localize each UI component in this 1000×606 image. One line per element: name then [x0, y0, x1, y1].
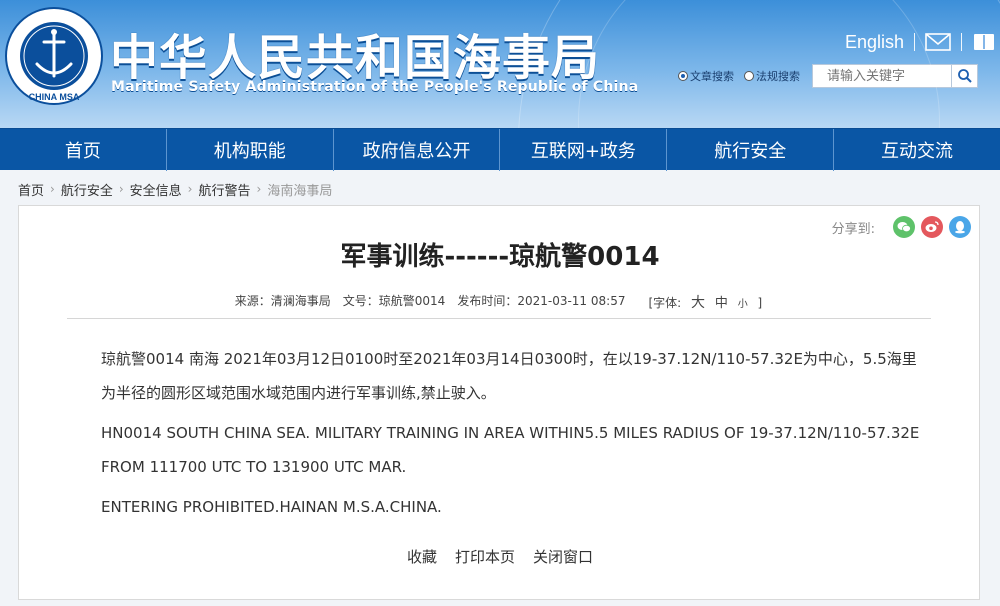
close-window-link[interactable]: 关闭窗口	[533, 546, 593, 567]
mail-icon[interactable]	[925, 32, 951, 52]
breadcrumb-navigation-safety[interactable]: 航行安全	[61, 180, 113, 199]
search-button[interactable]	[952, 64, 978, 88]
qq-icon[interactable]	[949, 216, 971, 238]
radio-article-search[interactable]: 文章搜索	[678, 68, 734, 84]
radio-dot[interactable]	[744, 71, 754, 81]
search-input[interactable]	[812, 64, 952, 88]
nav-item-functions[interactable]: 机构职能	[167, 129, 334, 171]
china-msa-logo-icon[interactable]: CHINA MSA	[4, 6, 104, 106]
nav-item-navigation-safety[interactable]: 航行安全	[667, 129, 835, 171]
breadcrumb-nav-warning[interactable]: 航行警告	[198, 180, 250, 199]
nav-item-interaction[interactable]: 互动交流	[834, 129, 1000, 171]
breadcrumb: 首页 › 航行安全 › 安全信息 › 航行警告 › 海南海事局	[18, 180, 332, 199]
divider	[67, 318, 931, 319]
nav-item-gov-info[interactable]: 政府信息公开	[334, 129, 501, 171]
font-label-close: ]	[757, 296, 763, 310]
nav-item-internet-gov[interactable]: 互联网+政务	[500, 129, 668, 171]
share-bar: 分享到:	[832, 216, 971, 238]
search-area: 文章搜索 法规搜索	[678, 64, 978, 88]
radio-regulation-search[interactable]: 法规搜索	[744, 68, 800, 84]
article-source: 来源：清澜海事局	[234, 294, 331, 308]
site-header: CHINA MSA 中华人民共和国海事局 Maritime Safety Adm…	[0, 0, 1000, 128]
article-meta: 来源：清澜海事局 文号：琼航警0014 发布时间：2021-03-11 08:5…	[19, 292, 981, 312]
book-icon[interactable]	[972, 32, 996, 52]
svg-text:CHINA MSA: CHINA MSA	[29, 92, 80, 102]
divider	[961, 33, 962, 51]
chevron-right-icon: ›	[50, 182, 55, 196]
breadcrumb-home[interactable]: 首页	[18, 180, 44, 199]
font-label: [字体:	[648, 296, 682, 310]
chevron-right-icon: ›	[118, 182, 124, 196]
font-size-switcher: [字体: 大 中 小 ]	[645, 292, 765, 312]
site-title-en: Maritime Safety Administration of the Pe…	[111, 79, 639, 95]
header-tools: English	[845, 30, 996, 54]
chevron-right-icon: ›	[187, 182, 193, 196]
share-label: 分享到:	[831, 221, 875, 237]
font-small-button[interactable]: 小	[738, 299, 748, 310]
main-nav: 首页 机构职能 政府信息公开 互联网+政务 航行安全 互动交流	[0, 128, 1000, 171]
article-paragraph: 琼航警0014 南海 2021年03月12日0100时至2021年03月14日0…	[101, 350, 917, 402]
weibo-icon[interactable]	[921, 216, 943, 238]
article-actions: 收藏 打印本页 关闭窗口	[19, 546, 981, 567]
wechat-icon[interactable]	[893, 216, 915, 238]
article-body: 琼航警0014 南海 2021年03月12日0100时至2021年03月14日0…	[101, 342, 929, 530]
article-title: 军事训练------琼航警0014	[340, 242, 660, 272]
article-publish-time: 发布时间：2021-03-11 08:57	[457, 294, 626, 308]
chevron-right-icon: ›	[256, 182, 262, 196]
english-link[interactable]: English	[845, 32, 904, 53]
article-paragraph: ENTERING PROHIBITED.HAINAN M.S.A.CHINA.	[101, 498, 442, 516]
print-link[interactable]: 打印本页	[455, 546, 515, 567]
article-doc-no: 文号：琼航警0014	[342, 294, 446, 308]
site-title-cn: 中华人民共和国海事局	[110, 30, 601, 86]
breadcrumb-safety-info[interactable]: 安全信息	[130, 180, 182, 199]
breadcrumb-current[interactable]: 海南海事局	[267, 180, 332, 199]
search-icon	[957, 69, 972, 83]
divider	[914, 33, 915, 51]
font-medium-button[interactable]: 中	[715, 296, 728, 311]
article-paragraph: HN0014 SOUTH CHINA SEA. MILITARY TRAININ…	[101, 424, 920, 476]
favorite-link[interactable]: 收藏	[407, 546, 437, 567]
radio-dot[interactable]	[678, 71, 688, 81]
nav-item-home[interactable]: 首页	[0, 129, 167, 171]
font-large-button[interactable]: 大	[691, 295, 705, 311]
article-panel: 分享到: 军事训练------琼航警0014 来源：清澜海事局 文号：琼航警00…	[18, 205, 980, 600]
